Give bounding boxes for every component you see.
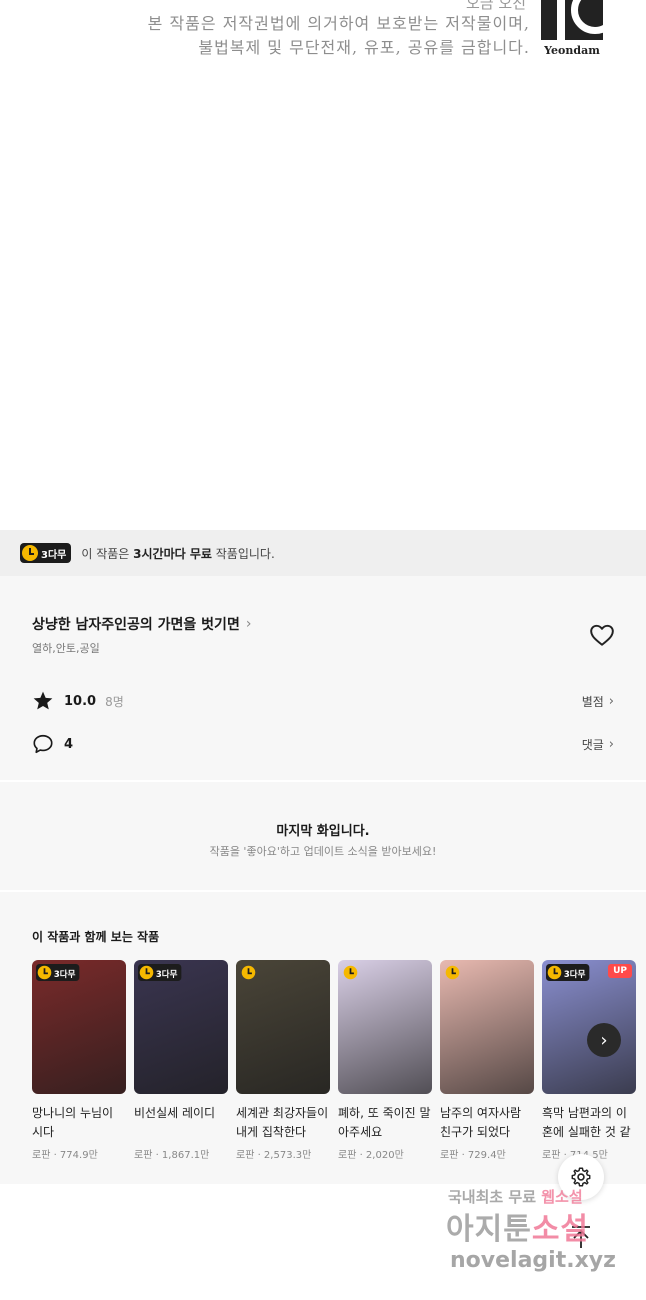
recommendation-meta: 로판 · 2,573.3만 (236, 1150, 312, 1161)
recommendation-cover (236, 960, 330, 1094)
clock-icon (241, 965, 256, 980)
comment-link-label: 댓글 (581, 737, 604, 752)
watermark-line-2a: 아지툰 (446, 1212, 532, 1247)
wait-free-badge (342, 964, 364, 981)
publisher-logo: Yeondam (541, 0, 603, 58)
recommendation-title: 폐하, 또 죽이진 말아주세요 (338, 1106, 431, 1139)
clock-icon (445, 965, 460, 980)
last-episode-panel: 마지막 화입니다. 작품을 '좋아요'하고 업데이트 소식을 받아보세요! (0, 782, 646, 890)
wait-free-badge: 3다무 (20, 543, 72, 563)
recommendation-meta: 로판 · 2,020만 (338, 1150, 404, 1161)
work-authors: 열하,안토,공일 (32, 642, 100, 655)
chevron-right-icon: › (608, 736, 614, 752)
wait-free-badge (240, 964, 262, 981)
recommendation-card[interactable]: 남주의 여자사람 친구가 되었다로판 · 729.4만 (440, 960, 534, 1161)
arrow-up-to-top-icon (572, 1226, 590, 1248)
wait-free-badge (444, 964, 466, 981)
recommendation-cover: 3다무 (32, 960, 126, 1094)
scroll-to-top-button[interactable] (566, 1222, 596, 1252)
recommendation-cover (440, 960, 534, 1094)
recommendation-cover: 3다무 (134, 960, 228, 1094)
recommendations-title: 이 작품과 함께 보는 작품 (32, 930, 160, 944)
wait-free-badge: 3다무 (36, 964, 80, 981)
recommendation-meta: 로판 · 1,867.1만 (134, 1150, 210, 1161)
chevron-right-icon: › (608, 693, 614, 709)
last-episode-heading: 마지막 화입니다. (276, 824, 370, 839)
wait-free-badge-label: 3다무 (155, 969, 178, 979)
free-notice-bar: 3다무 이 작품은 3시간마다 무료 작품입니다. (0, 530, 646, 576)
recommendation-meta: 로판 · 774.9만 (32, 1150, 98, 1161)
last-episode-subtext: 작품을 '좋아요'하고 업데이트 소식을 받아보세요! (209, 845, 437, 858)
clock-icon (37, 965, 52, 980)
free-notice-post: 작품입니다. (211, 546, 275, 561)
clock-icon (343, 965, 358, 980)
recommendation-card[interactable]: 3다무UP흑막 남편과의 이혼에 실패한 것 같다로판 · 714.5만 (542, 960, 636, 1161)
chevron-right-icon: › (600, 1029, 608, 1051)
work-info-panel: 상냥한 남자주인공의 가면을 벗기면 › 열하,안토,공일 10.0 8명 별점… (0, 576, 646, 780)
copyright-line-2: 불법복제 및 무단전재, 유포, 공유를 금합니다. (198, 38, 530, 57)
work-title: 상냥한 남자주인공의 가면을 벗기면 (32, 617, 240, 633)
rating-row: 10.0 8명 별점 › (32, 690, 614, 712)
rating-count: 8명 (105, 694, 124, 709)
star-icon (33, 691, 53, 710)
rating-score: 10.0 (64, 693, 97, 709)
recommendation-card[interactable]: 3다무망나니의 누님이 시다로판 · 774.9만 (32, 960, 126, 1161)
recommendation-card[interactable]: 폐하, 또 죽이진 말아주세요로판 · 2,020만 (338, 960, 432, 1161)
watermark-line-1a: 국내최초 무료 (448, 1188, 542, 1206)
comment-row: 4 댓글 › (32, 733, 614, 755)
wait-free-badge-label: 3다무 (563, 969, 586, 979)
recommendation-card[interactable]: 세계관 최강자들이 내게 집착한다로판 · 2,573.3만 (236, 960, 330, 1161)
wait-free-badge: 3다무 (138, 964, 182, 981)
work-title-link[interactable]: 상냥한 남자주인공의 가면을 벗기면 › (32, 614, 251, 634)
publisher-logo-text: Yeondam (544, 44, 600, 57)
comment-link[interactable]: 댓글 › (582, 736, 614, 753)
recommendation-cover: 3다무 UP (542, 960, 636, 1094)
recommendation-meta: 로판 · 729.4만 (440, 1150, 506, 1161)
free-notice-pre: 이 작품은 (81, 546, 134, 561)
comment-bubble-icon (33, 734, 53, 754)
chevron-right-icon: › (245, 616, 252, 632)
recommendations-section: 이 작품과 함께 보는 작품 3다무망나니의 누님이 시다로판 · 774.9만… (0, 892, 646, 1184)
copyright-notice: 오금 오진 본 작품은 저작권법에 의거하여 보호받는 저작물이며, 불법복제 … (0, 0, 646, 70)
heart-outline-icon[interactable] (589, 623, 615, 647)
comment-count: 4 (64, 736, 74, 752)
recommendation-title: 망나니의 누님이 시다 (32, 1106, 114, 1139)
viewer-page: 오금 오진 본 작품은 저작권법에 의거하여 보호받는 저작물이며, 불법복제 … (0, 0, 646, 1300)
clock-icon (22, 545, 38, 561)
site-watermark: 국내최초 무료 웹소설 아지툰소설 novelagit.xyz (446, 1186, 636, 1286)
settings-button[interactable] (558, 1154, 604, 1200)
carousel-next-button[interactable]: › (587, 1023, 621, 1057)
copyright-line-1: 본 작품은 저작권법에 의거하여 보호받는 저작물이며, (147, 14, 530, 33)
recommendation-card[interactable]: 3다무비선실세 레이디로판 · 1,867.1만 (134, 960, 228, 1161)
update-badge: UP (608, 964, 632, 978)
wait-free-badge-label: 3다무 (41, 549, 67, 561)
recommendation-title: 흑막 남편과의 이혼에 실패한 것 같다 (542, 1106, 631, 1139)
recommendation-title: 세계관 최강자들이 내게 집착한다 (236, 1106, 329, 1139)
rate-link-label: 별점 (581, 694, 604, 709)
publisher-logo-mark (541, 0, 603, 40)
clock-icon (547, 965, 562, 980)
free-notice-bold: 3시간마다 무료 (133, 546, 212, 561)
clock-icon (139, 965, 154, 980)
wait-free-badge-label: 3다무 (53, 969, 76, 979)
recommendation-title: 비선실세 레이디 (134, 1106, 216, 1120)
free-notice-text: 이 작품은 3시간마다 무료 작품입니다. (81, 545, 274, 562)
recommendation-title: 남주의 여자사람 친구가 되었다 (440, 1106, 522, 1139)
recommendation-cover (338, 960, 432, 1094)
wait-free-badge: 3다무 (546, 964, 590, 981)
rate-link[interactable]: 별점 › (582, 693, 614, 710)
gear-icon (571, 1167, 591, 1187)
